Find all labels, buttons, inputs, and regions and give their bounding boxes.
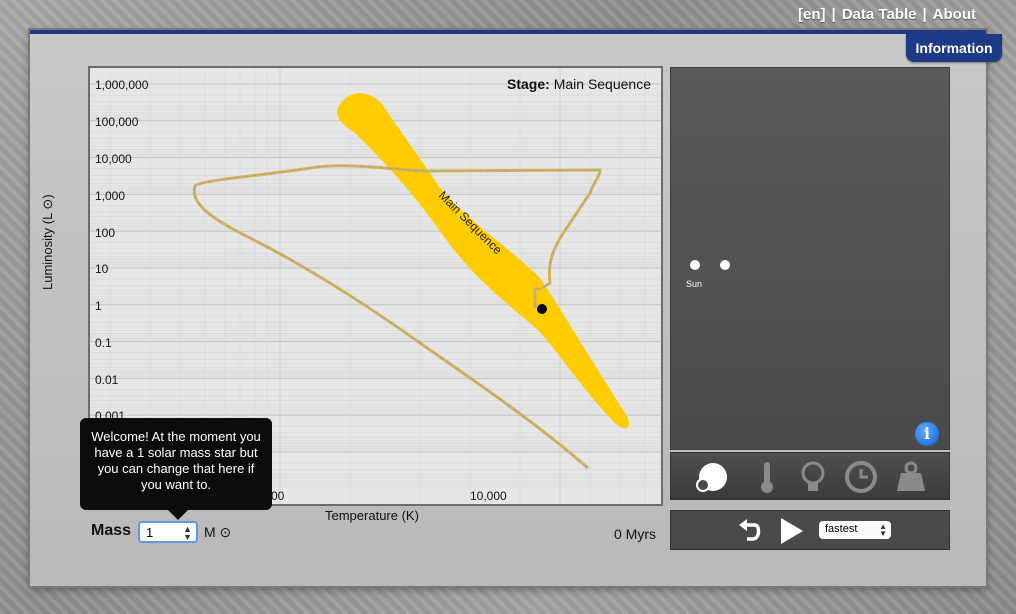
info-icon[interactable]: i bbox=[915, 422, 939, 446]
x-tick: 10,000 bbox=[470, 489, 507, 503]
star-viewer bbox=[670, 67, 950, 450]
view-toolbar bbox=[670, 452, 950, 500]
y-tick: 1,000,000 bbox=[95, 78, 149, 92]
age-readout: 0 Myrs bbox=[614, 526, 656, 542]
data-table-link[interactable]: Data Table bbox=[842, 6, 917, 23]
solar-mass-unit: M ⊙ bbox=[204, 524, 232, 540]
mass-select[interactable]: 1 ▲ ▼ bbox=[138, 521, 198, 543]
sun-label: Sun bbox=[686, 279, 703, 289]
lightbulb-icon[interactable] bbox=[795, 459, 831, 495]
y-tick: 10 bbox=[95, 262, 109, 276]
play-icon[interactable] bbox=[779, 517, 805, 545]
y-tick: 1,000 bbox=[95, 189, 126, 203]
select-arrows-icon: ▲ ▼ bbox=[879, 522, 887, 538]
y-tick: 0.01 bbox=[95, 373, 119, 387]
speed-select[interactable]: fastest ▲ ▼ bbox=[819, 521, 891, 539]
current-star-marker bbox=[537, 304, 547, 314]
y-tick: 0.1 bbox=[95, 336, 112, 350]
top-links: [en] | Data Table | About bbox=[798, 6, 976, 23]
mass-label: Mass bbox=[91, 522, 132, 539]
select-arrows-icon: ▲ ▼ bbox=[183, 524, 192, 542]
welcome-tooltip: Welcome! At the moment you have a 1 sola… bbox=[80, 418, 272, 520]
clock-icon[interactable] bbox=[843, 459, 879, 495]
y-tick: 1 bbox=[95, 299, 102, 313]
language-link[interactable]: [en] bbox=[798, 6, 826, 23]
sun-reference-dot bbox=[690, 260, 700, 270]
y-tick: 10,000 bbox=[95, 152, 132, 166]
thermometer-icon[interactable] bbox=[749, 459, 785, 495]
y-tick: 100 bbox=[95, 226, 116, 240]
mass-weight-icon[interactable] bbox=[893, 459, 929, 495]
reset-icon[interactable] bbox=[737, 519, 763, 543]
mass-value: 1 bbox=[146, 525, 154, 540]
x-axis-label: Temperature (K) bbox=[325, 508, 419, 523]
size-view-icon[interactable] bbox=[693, 459, 729, 495]
playback-controls: fastest ▲ ▼ bbox=[670, 510, 950, 550]
x-tick: 00 bbox=[271, 489, 285, 503]
speed-value: fastest bbox=[825, 523, 858, 535]
y-axis-label: Luminosity (L ⊙) bbox=[40, 194, 55, 290]
information-tab[interactable]: Information bbox=[906, 34, 1002, 62]
star-dot bbox=[720, 260, 730, 270]
about-link[interactable]: About bbox=[933, 6, 976, 23]
y-tick: 100,000 bbox=[95, 115, 139, 129]
stage-readout: Stage: Main Sequence bbox=[507, 76, 651, 92]
